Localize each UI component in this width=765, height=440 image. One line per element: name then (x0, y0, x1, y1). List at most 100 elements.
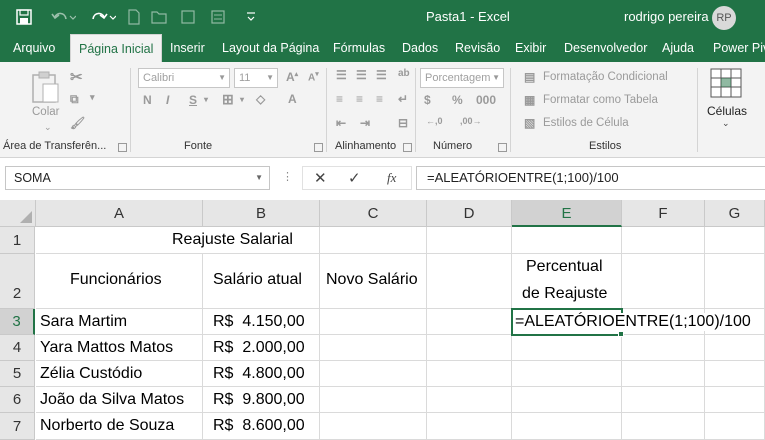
row-header-6[interactable]: 6 (0, 387, 35, 413)
column-header-c[interactable]: C (320, 200, 427, 227)
avatar[interactable]: RP (712, 6, 736, 30)
cell-d1[interactable] (427, 227, 512, 254)
format-as-table-button[interactable]: Formatar como Tabela (543, 94, 658, 106)
cell-c1[interactable] (320, 227, 427, 254)
cell-e6[interactable] (512, 387, 622, 413)
fill-color-icon[interactable]: ◇ (256, 92, 265, 106)
borders-chevron-icon[interactable]: ▾ (240, 95, 244, 104)
column-header-e[interactable]: E (512, 200, 622, 227)
cell-d3[interactable] (427, 309, 512, 335)
align-bottom-icon[interactable]: ☰ (376, 68, 387, 82)
cell-g6[interactable] (705, 387, 765, 413)
cell-c7[interactable] (320, 413, 427, 440)
insert-function-icon[interactable]: fx (387, 170, 396, 186)
font-color-icon[interactable]: A (288, 92, 297, 106)
row-header-2[interactable]: 2 (0, 254, 35, 309)
tab-formulas[interactable]: Fórmulas (333, 34, 385, 62)
row-header-3[interactable]: 3 (0, 309, 35, 335)
font-launcher-icon[interactable] (314, 143, 323, 152)
cell-e1[interactable] (512, 227, 622, 254)
cell-f2[interactable] (622, 254, 705, 309)
tab-dados[interactable]: Dados (402, 34, 438, 62)
format-as-table-icon[interactable]: ▦ (524, 93, 535, 107)
cell-g2[interactable] (705, 254, 765, 309)
cells-icon[interactable] (710, 68, 742, 101)
tab-arquivo[interactable]: Arquivo (13, 34, 55, 62)
increase-decimal-icon[interactable]: ←,0 (426, 116, 443, 126)
align-right-icon[interactable]: ≡ (376, 92, 383, 106)
cell-c6[interactable] (320, 387, 427, 413)
decrease-indent-icon[interactable]: ⇤ (336, 116, 346, 130)
column-header-f[interactable]: F (622, 200, 705, 227)
cell-f1[interactable] (622, 227, 705, 254)
new-file-icon[interactable] (126, 7, 142, 27)
cell-f6[interactable] (622, 387, 705, 413)
redo-icon[interactable] (88, 7, 118, 27)
cell-g7[interactable] (705, 413, 765, 440)
paste-chevron-icon[interactable]: ⌄ (44, 122, 52, 133)
clipboard-launcher-icon[interactable] (118, 143, 127, 152)
borders-icon[interactable]: ⊞ (222, 91, 234, 108)
tab-power-pivot[interactable]: Power Pivot (713, 34, 765, 62)
copy-icon[interactable]: ⧉ (70, 92, 79, 107)
undo-icon[interactable] (48, 7, 78, 27)
row-header-4[interactable]: 4 (0, 335, 35, 361)
underline-button[interactable]: S (189, 93, 197, 107)
cell-styles-icon[interactable]: ▧ (524, 116, 535, 130)
cell-d2[interactable] (427, 254, 512, 309)
formula-input[interactable]: =ALEATÓRIOENTRE(1;100)/100 (416, 166, 765, 190)
tab-layout-da-pagina[interactable]: Layout da Página (222, 34, 319, 62)
cells-chevron-icon[interactable]: ⌄ (722, 118, 730, 129)
cell-styles-button[interactable]: Estilos de Célula (543, 117, 629, 129)
checkbox-icon[interactable] (180, 7, 196, 27)
customize-qat-icon[interactable] (244, 7, 258, 27)
align-left-icon[interactable]: ≡ (336, 92, 343, 106)
thousands-icon[interactable]: 000 (476, 93, 496, 107)
row-header-1[interactable]: 1 (0, 227, 35, 254)
active-cell-editor[interactable]: =ALEATÓRIOENTRE(1;100)/100 (515, 313, 755, 331)
align-top-icon[interactable]: ☰ (336, 68, 347, 82)
tab-pagina-inicial[interactable]: Página Inicial (70, 34, 163, 63)
align-middle-icon[interactable]: ☰ (356, 68, 367, 82)
form-icon[interactable] (210, 7, 226, 27)
grow-font-icon[interactable]: A▴ (286, 70, 298, 84)
font-size-combo[interactable]: 11 ▼ (234, 68, 278, 88)
row-header-7[interactable]: 7 (0, 413, 35, 440)
cell-d5[interactable] (427, 361, 512, 387)
cells-group-label[interactable]: Células (707, 104, 747, 118)
conditional-formatting-button[interactable]: Formatação Condicional (543, 71, 668, 83)
column-header-a[interactable]: A (36, 200, 203, 227)
tab-exibir[interactable]: Exibir (515, 34, 546, 62)
enter-icon[interactable]: ✓ (348, 169, 361, 187)
align-center-icon[interactable]: ≡ (356, 92, 363, 106)
name-box[interactable]: SOMA ▼ (5, 166, 270, 190)
cell-c3[interactable] (320, 309, 427, 335)
tab-inserir[interactable]: Inserir (170, 34, 205, 62)
font-name-combo[interactable]: Calibri ▼ (138, 68, 230, 88)
open-file-icon[interactable] (150, 7, 168, 27)
decrease-decimal-icon[interactable]: ,00→ (460, 116, 482, 126)
shrink-font-icon[interactable]: A▾ (308, 70, 319, 83)
cell-f5[interactable] (622, 361, 705, 387)
format-painter-icon[interactable]: 🖌 (70, 116, 85, 130)
italic-button[interactable]: I (166, 93, 169, 107)
cell-f7[interactable] (622, 413, 705, 440)
column-header-b[interactable]: B (203, 200, 320, 227)
resize-dots-icon[interactable]: ⋮ (282, 170, 293, 183)
paste-button[interactable]: Colar (32, 106, 59, 118)
cell-c5[interactable] (320, 361, 427, 387)
cut-icon[interactable]: ✂ (70, 68, 83, 86)
copy-chevron-icon[interactable]: ▾ (90, 92, 95, 103)
cell-d7[interactable] (427, 413, 512, 440)
orientation-icon[interactable]: ab (398, 68, 410, 79)
user-name[interactable]: rodrigo pereira (624, 9, 709, 24)
row-header-5[interactable]: 5 (0, 361, 35, 387)
alignment-launcher-icon[interactable] (403, 143, 412, 152)
cell-f4[interactable] (622, 335, 705, 361)
save-icon[interactable] (14, 7, 34, 27)
currency-icon[interactable]: $ (424, 93, 431, 107)
cell-g4[interactable] (705, 335, 765, 361)
tab-ajuda[interactable]: Ajuda (662, 34, 694, 62)
number-format-combo[interactable]: Porcentagem ▼ (420, 68, 504, 88)
cell-g1[interactable] (705, 227, 765, 254)
